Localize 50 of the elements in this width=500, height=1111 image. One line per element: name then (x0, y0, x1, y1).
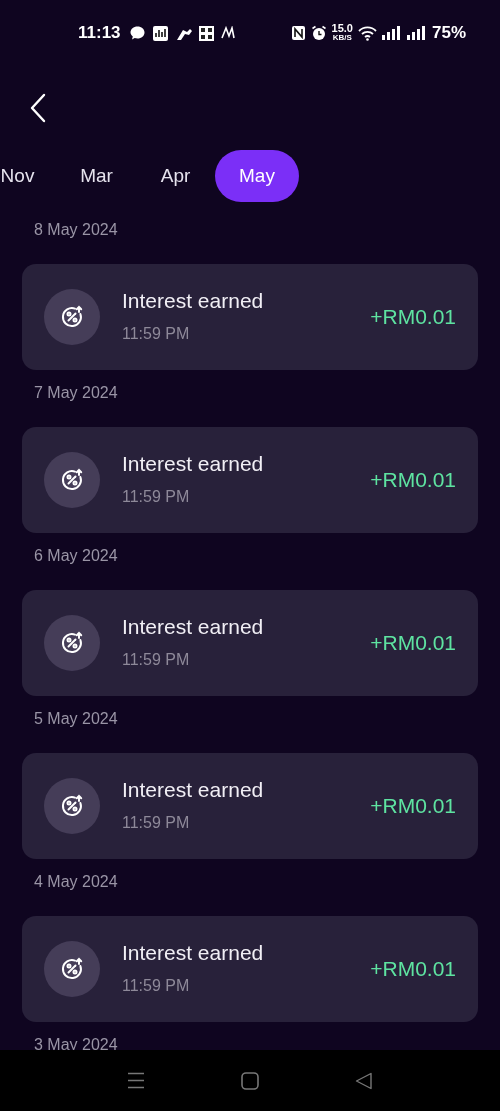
transaction-time: 11:59 PM (122, 487, 190, 507)
transaction-amount: +RM0.01 (370, 956, 456, 983)
transaction-card[interactable]: Interest earned 11:59 PM +RM0.01 (22, 590, 478, 696)
date-label: 4 May 2024 (34, 872, 118, 892)
chart-app-icon (151, 24, 169, 42)
interest-percent-icon (44, 941, 100, 997)
interest-percent-icon (44, 778, 100, 834)
transaction-title: Interest earned (122, 940, 264, 966)
status-time: 11:13 (78, 22, 121, 45)
transaction-title: Interest earned (122, 777, 264, 803)
month-tab[interactable]: Apr (136, 150, 215, 202)
transaction-time: 11:59 PM (122, 650, 190, 670)
chat-bubble-icon (128, 24, 146, 42)
date-label: 6 May 2024 (34, 546, 118, 566)
month-tab[interactable]: May (215, 150, 299, 202)
transaction-card[interactable]: Interest earned 11:59 PM +RM0.01 (22, 916, 478, 1022)
transaction-amount: +RM0.01 (370, 304, 456, 331)
interest-percent-icon (44, 615, 100, 671)
network-speed: 15.0 KB/S (331, 24, 353, 42)
transaction-title: Interest earned (122, 288, 264, 314)
transaction-card[interactable]: Interest earned 11:59 PM +RM0.01 (22, 264, 478, 370)
transaction-amount: +RM0.01 (370, 793, 456, 820)
home-square-icon[interactable] (241, 1071, 259, 1090)
transaction-time: 11:59 PM (122, 976, 190, 996)
month-tab[interactable]: Nov (0, 150, 57, 202)
battery-level: 75% (431, 22, 466, 45)
signal-icon (406, 26, 427, 40)
transaction-time: 11:59 PM (122, 813, 190, 833)
transaction-time: 11:59 PM (122, 324, 190, 344)
menu-icon[interactable] (127, 1072, 145, 1089)
alarm-clock-icon (310, 25, 327, 41)
transaction-title: Interest earned (122, 451, 264, 477)
back-triangle-icon[interactable] (355, 1071, 373, 1090)
transaction-title: Interest earned (122, 614, 264, 640)
month-tab[interactable]: Mar (57, 150, 136, 202)
grid-logo-icon (198, 25, 214, 41)
transaction-card[interactable]: Interest earned 11:59 PM +RM0.01 (22, 753, 478, 859)
wifi-icon (357, 25, 377, 41)
signal-icon (381, 26, 402, 40)
transaction-amount: +RM0.01 (370, 467, 456, 494)
transaction-amount: +RM0.01 (370, 630, 456, 657)
date-label: 3 May 2024 (34, 1035, 118, 1055)
interest-percent-icon (44, 452, 100, 508)
nfc-icon (290, 25, 306, 41)
date-label: 5 May 2024 (34, 709, 118, 729)
interest-percent-icon (44, 289, 100, 345)
wave-letter-icon (219, 26, 236, 40)
transaction-card[interactable]: Interest earned 11:59 PM +RM0.01 (22, 427, 478, 533)
date-label: 7 May 2024 (34, 383, 118, 403)
date-label: 8 May 2024 (34, 220, 118, 240)
